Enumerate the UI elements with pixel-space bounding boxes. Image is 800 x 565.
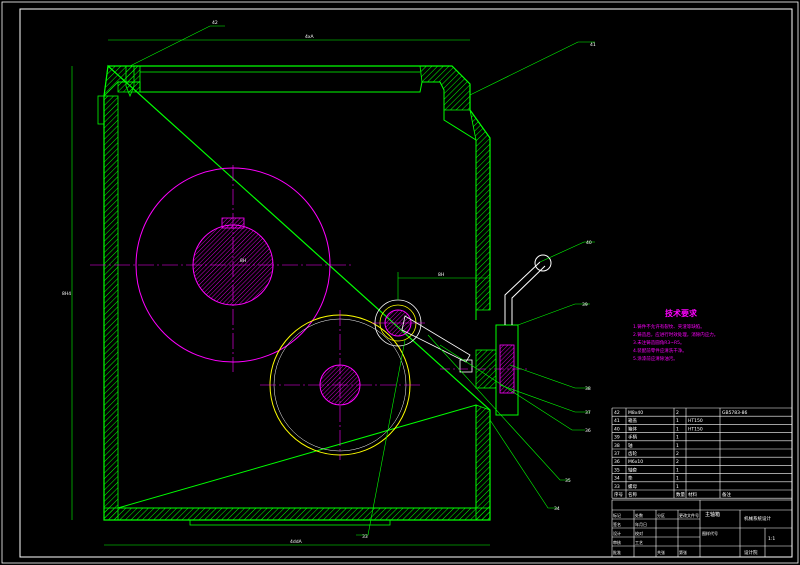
title-block-cell: 批准 — [613, 549, 621, 555]
title-part: 主轴箱 — [705, 511, 720, 518]
part-label-34: 34 — [554, 506, 560, 512]
small-dim-text: 8H — [438, 272, 444, 278]
housing-inner — [117, 81, 477, 509]
handle-rod — [504, 261, 546, 325]
bom-cell: 42 — [614, 410, 620, 416]
title-block-cell: 年月日 — [635, 521, 647, 527]
tech-lines: 1.铸件不允许有裂纹、夹渣等缺陷。 2.铸造后，应进行时效处理，消除内应力。 3… — [633, 323, 718, 362]
part-label-39: 39 — [582, 302, 588, 308]
housing-wall-left — [103, 95, 119, 521]
bom-cell: 41 — [614, 418, 620, 424]
bom-cell: 箱体 — [628, 425, 637, 432]
left-lug — [97, 95, 105, 125]
title-block-cell: 处数 — [635, 512, 643, 518]
tech-line: 2.铸造后，应进行时效处理，消除内应力。 — [633, 331, 718, 338]
bom-cell: 箱盖 — [628, 417, 637, 424]
bom-header-cell: 名称 — [628, 491, 637, 498]
bom-header-cell: 备注 — [722, 491, 731, 498]
bom-cell: M8x40 — [628, 410, 643, 416]
title-dept: 设计院 — [744, 549, 758, 556]
bom-cell: 轴 — [628, 442, 633, 449]
bom-cell: 38 — [614, 443, 620, 449]
bom-cell: 齿轮 — [628, 450, 637, 457]
bom-cell: 39 — [614, 435, 620, 441]
bom-header-cell: 数量 — [676, 491, 685, 498]
tech-line: 4.装配前零件应清洗干净。 — [633, 347, 687, 354]
title-block-cell: 第张 — [679, 549, 687, 555]
part-label-38: 38 — [585, 386, 591, 392]
bom-cell: 37 — [614, 451, 620, 457]
part-label-37: 37 — [585, 410, 591, 416]
bom-cell: 1 — [676, 476, 679, 482]
title-block-cell: 校对 — [635, 530, 643, 536]
title-block-cell: 分区 — [657, 512, 665, 518]
part-label-41: 41 — [590, 42, 596, 48]
part-label-36: 36 — [585, 428, 591, 434]
bom-header-cell: 材料 — [688, 491, 697, 498]
bom-cell: 1 — [676, 467, 679, 473]
bom-cell: 34 — [614, 476, 620, 482]
housing-outline — [103, 64, 491, 521]
bom-table: 42 M8x40 2 GB5783-86 41 箱盖 1 HT150 40 箱体 1 HT150 39 手… — [611, 407, 793, 499]
bom-cell: 1 — [676, 418, 679, 424]
title-block-cell: 图样代号 — [702, 530, 718, 536]
housing-wall-top-right — [419, 65, 471, 111]
bottom-foot — [189, 519, 391, 526]
part-label-42: 42 — [212, 20, 218, 26]
housing-wall-top-left — [103, 65, 141, 98]
title-block — [611, 499, 793, 558]
bom-cell: 33 — [614, 484, 620, 490]
title-block-cell: 工艺 — [635, 540, 643, 545]
title-block-cells: 标记 处数 分区 更改文件号签名 年月日设计 校对审核 工艺批准 共张 第张 图样代号 — [613, 512, 718, 555]
housing-wall-right-lower — [475, 404, 491, 521]
housing-wall-bottom — [103, 507, 491, 521]
bom-cell: 2 — [676, 451, 679, 457]
title-block-cell: 设计 — [613, 530, 621, 536]
title-block-cell: 更改文件号 — [679, 512, 699, 518]
part-label-35: 35 — [565, 478, 571, 484]
left-dim-text: 8H4 — [62, 291, 71, 297]
top-dim-text: 4xA — [305, 34, 315, 40]
bom-cell: 1 — [676, 484, 679, 490]
bom-cell: 2 — [676, 410, 679, 416]
tech-title: 技术要求 — [665, 308, 698, 318]
bom-cell: 36 — [614, 459, 620, 465]
bom-cell: HT150 — [688, 426, 703, 432]
bom-cell: 1 — [676, 443, 679, 449]
tech-line: 1.铸件不允许有裂纹、夹渣等缺陷。 — [633, 323, 705, 330]
title-scale: 1:1 — [768, 536, 775, 542]
bom-cell: 35 — [614, 467, 620, 473]
title-block-cell: 签名 — [613, 521, 621, 527]
title-block-cell: 审核 — [613, 539, 621, 545]
bom-cell: GB5783-86 — [722, 410, 748, 416]
bottom-dim-text: 4ddA — [290, 539, 303, 545]
bom-cell: 1 — [676, 435, 679, 441]
part-label-40: 40 — [586, 240, 592, 246]
tech-line: 3.未注铸造圆角R3~R5。 — [633, 339, 685, 346]
bom-cell: 手柄 — [628, 434, 637, 441]
bom-cell: 2 — [676, 459, 679, 465]
bom-cell: 轴套 — [628, 466, 637, 473]
bom-header-cell: 序号 — [614, 491, 623, 498]
housing-wall-right — [469, 109, 491, 311]
bom-cell: M6x10 — [628, 459, 643, 465]
title-block-cell: 共张 — [657, 549, 665, 555]
bom-cell: 螺母 — [628, 483, 637, 490]
bom-cell: HT150 — [688, 418, 703, 424]
title-block-cell: 标记 — [613, 512, 621, 518]
bom-cell: 垫 — [628, 475, 633, 482]
gear-mark-label: 8H — [240, 258, 246, 264]
bom-cell: 1 — [676, 426, 679, 432]
bom-cell: 40 — [614, 426, 620, 432]
title-drawing-name: 机械系统设计 — [744, 515, 771, 522]
part-label-33: 33 — [362, 534, 368, 540]
tech-line: 5.涂漆前应清除油污。 — [633, 355, 678, 362]
cad-drawing: 8H 4xA 8H4 4ddA 8H 42 41 40 39 38 37 36 … — [1, 1, 799, 564]
